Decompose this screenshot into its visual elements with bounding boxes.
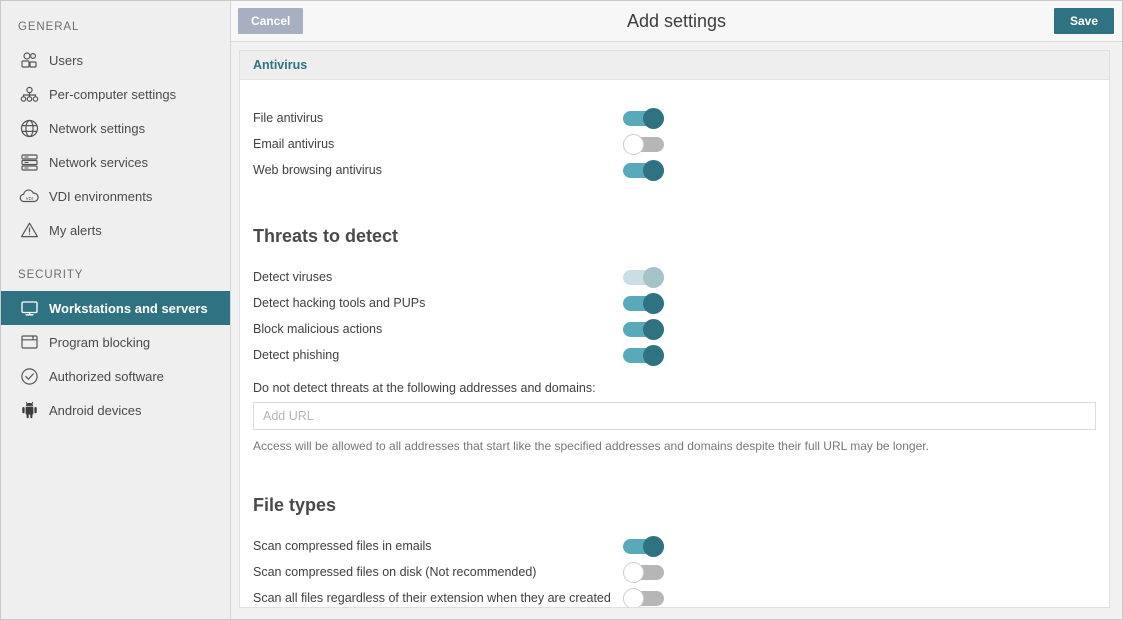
android-icon [16,399,42,421]
antivirus-group: File antivirus Email antivirus [253,106,1095,184]
toggle-scan-all-files-regardless-of-extension[interactable] [623,588,664,607]
toolbar: Cancel Add settings Save [231,1,1122,42]
check-circle-icon [16,365,42,387]
sidebar-item-vdi-environments[interactable]: VDI VDI environments [1,179,230,213]
sidebar-item-per-computer-settings[interactable]: Per-computer settings [1,77,230,111]
file-types-group: Scan compressed files in emails Scan com… [253,534,1095,607]
toggle-knob [623,134,644,155]
setting-label: Detect hacking tools and PUPs [253,291,623,312]
toggle-detect-hacking-tools-and-pups[interactable] [623,293,664,314]
toggle-knob [643,293,664,314]
sidebar-section-security-title: SECURITY [1,247,230,291]
setting-row-file-antivirus: File antivirus [253,106,1095,132]
toggle-detect-phishing[interactable] [623,345,664,366]
save-button[interactable]: Save [1054,8,1114,34]
page-title: Add settings [231,11,1122,32]
toggle-scan-compressed-files-in-emails[interactable] [623,536,664,557]
settings-content: File antivirus Email antivirus [240,80,1109,607]
toggle-knob [643,108,664,129]
settings-panel-wrapper: Antivirus File antivirus Em [231,42,1122,619]
setting-row-detect-phishing: Detect phishing [253,343,1095,369]
sidebar-item-my-alerts[interactable]: My alerts [1,213,230,247]
toggle-knob [643,345,664,366]
setting-label: Scan compressed files in emails [253,534,623,555]
toggle-web-browsing-antivirus[interactable] [623,160,664,181]
setting-label: Detect viruses [253,265,623,286]
toggle-knob [643,160,664,181]
toggle-email-antivirus[interactable] [623,134,664,155]
setting-row-web-browsing-antivirus: Web browsing antivirus [253,158,1095,184]
users-icon [16,49,42,71]
toggle-knob [623,562,644,583]
sidebar-item-label: Program blocking [49,335,150,350]
sidebar-item-users[interactable]: Users [1,43,230,77]
sidebar-item-label: Android devices [49,403,142,418]
setting-row-scan-compressed-files-on-disk: Scan compressed files on disk (Not recom… [253,560,1095,586]
setting-label: Scan all files regardless of their exten… [253,586,623,607]
monitor-icon [16,297,42,319]
tab-antivirus[interactable]: Antivirus [253,58,307,72]
add-url-input[interactable] [253,402,1096,430]
setting-label: Scan compressed files on disk (Not recom… [253,560,623,581]
toggle-file-antivirus[interactable] [623,108,664,129]
sidebar-item-authorized-software[interactable]: Authorized software [1,359,230,393]
url-exclusions-hint: Access will be allowed to all addresses … [253,439,1095,453]
settings-panel: Antivirus File antivirus Em [239,50,1110,608]
sidebar-item-label: Network settings [49,121,145,136]
toggle-knob [643,267,664,288]
svg-text:VDI: VDI [25,196,32,201]
setting-row-detect-viruses: Detect viruses [253,265,1095,291]
setting-label: Block malicious actions [253,317,623,338]
tab-bar: Antivirus [240,51,1109,80]
section-heading-file-types: File types [253,495,1095,516]
org-nodes-icon [16,83,42,105]
setting-row-block-malicious-actions: Block malicious actions [253,317,1095,343]
setting-label: Detect phishing [253,343,623,364]
spacer [253,453,1095,495]
toggle-detect-viruses [623,267,664,288]
spacer [253,184,1095,226]
sidebar-item-label: VDI environments [49,189,152,204]
sidebar-item-program-blocking[interactable]: Program blocking [1,325,230,359]
setting-label: File antivirus [253,106,623,127]
sidebar-item-workstations-and-servers[interactable]: Workstations and servers [1,291,230,325]
toggle-scan-compressed-files-on-disk[interactable] [623,562,664,583]
sidebar-section-general-title: GENERAL [1,13,230,43]
sidebar: GENERAL Users Per-computer settings [1,1,231,619]
toggle-block-malicious-actions[interactable] [623,319,664,340]
setting-label: Email antivirus [253,132,623,153]
sidebar-item-label: Authorized software [49,369,164,384]
sidebar-item-network-settings[interactable]: Network settings [1,111,230,145]
threats-group: Detect viruses Detect hacking tools and … [253,265,1095,369]
setting-row-scan-all-files-regardless-of-extension: Scan all files regardless of their exten… [253,586,1095,607]
vdi-cloud-icon: VDI [16,185,42,207]
server-stack-icon [16,151,42,173]
setting-row-detect-hacking-tools-and-pups: Detect hacking tools and PUPs [253,291,1095,317]
toggle-knob [643,536,664,557]
toggle-knob [643,319,664,340]
warning-triangle-icon [16,219,42,241]
sidebar-item-label: Network services [49,155,148,170]
main-area: Cancel Add settings Save Antivirus File … [231,1,1122,619]
cancel-button[interactable]: Cancel [238,8,303,34]
sidebar-item-label: Workstations and servers [49,301,208,316]
sidebar-item-label: Per-computer settings [49,87,176,102]
toggle-knob [623,588,644,607]
section-heading-threats-to-detect: Threats to detect [253,226,1095,247]
sidebar-item-network-services[interactable]: Network services [1,145,230,179]
setting-label: Web browsing antivirus [253,158,623,179]
setting-row-email-antivirus: Email antivirus [253,132,1095,158]
sidebar-item-android-devices[interactable]: Android devices [1,393,230,427]
sidebar-item-label: Users [49,53,83,68]
browser-window-icon [16,331,42,353]
application-window: GENERAL Users Per-computer settings [0,0,1123,620]
url-exclusions-label: Do not detect threats at the following a… [253,381,1095,395]
setting-row-scan-compressed-files-in-emails: Scan compressed files in emails [253,534,1095,560]
globe-icon [16,117,42,139]
sidebar-item-label: My alerts [49,223,102,238]
